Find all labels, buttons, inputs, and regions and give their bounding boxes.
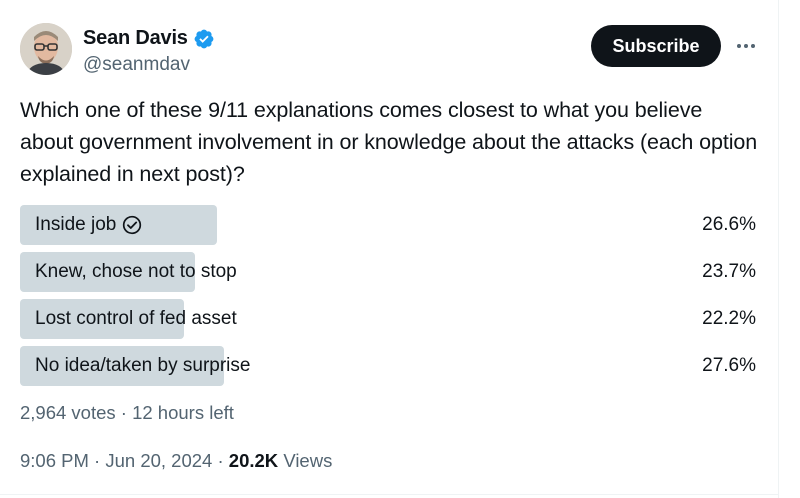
views-label: Views: [283, 450, 333, 471]
separator: ·: [94, 450, 106, 471]
poll-option-label: Inside job: [35, 214, 117, 235]
verified-badge-icon[interactable]: [193, 28, 215, 50]
post-date[interactable]: Jun 20, 2024: [105, 450, 212, 471]
poll-option[interactable]: No idea/taken by surprise 27.6%: [20, 346, 760, 386]
poll-option-label: Lost control of fed asset: [35, 308, 237, 329]
author-name[interactable]: Sean Davis: [83, 27, 188, 50]
post-divider: [0, 494, 779, 495]
poll-option-label: No idea/taken by surprise: [35, 355, 251, 376]
poll-option[interactable]: Inside job 26.6%: [20, 205, 760, 245]
poll-option-percent: 22.2%: [702, 308, 756, 329]
poll-option-percent: 27.6%: [702, 355, 756, 376]
poll-option-percent: 23.7%: [702, 261, 756, 282]
author-handle[interactable]: @seanmdav: [83, 54, 190, 76]
views-count[interactable]: 20.2K: [229, 450, 278, 471]
poll-option-label-wrap: Lost control of fed asset: [35, 299, 237, 339]
poll: Inside job 26.6% Knew, chose not to stop…: [20, 205, 760, 393]
separator: ·: [217, 450, 229, 471]
poll-option-label-wrap: Knew, chose not to stop: [35, 252, 237, 292]
more-horizontal-icon[interactable]: [734, 34, 758, 58]
poll-option[interactable]: Lost control of fed asset 22.2%: [20, 299, 760, 339]
author-name-row: Sean Davis: [83, 27, 215, 50]
poll-option-label: Knew, chose not to stop: [35, 261, 237, 282]
avatar-image: [20, 23, 72, 75]
poll-option-label-wrap: No idea/taken by surprise: [35, 346, 250, 386]
avatar[interactable]: [20, 23, 72, 75]
poll-option[interactable]: Knew, chose not to stop 23.7%: [20, 252, 760, 292]
poll-option-label-wrap: Inside job: [35, 205, 142, 245]
poll-summary: 2,964 votes · 12 hours left: [20, 402, 234, 423]
post-time[interactable]: 9:06 PM: [20, 450, 89, 471]
poll-option-percent: 26.6%: [702, 214, 756, 235]
check-circle-icon: [122, 215, 142, 235]
post-text: Which one of these 9/11 explanations com…: [20, 98, 758, 186]
post: Sean Davis @seanmdav Subscribe Which one…: [20, 0, 780, 498]
post-timestamp: 9:06 PM · Jun 20, 2024 · 20.2K Views: [20, 450, 332, 472]
subscribe-button[interactable]: Subscribe: [591, 25, 721, 67]
